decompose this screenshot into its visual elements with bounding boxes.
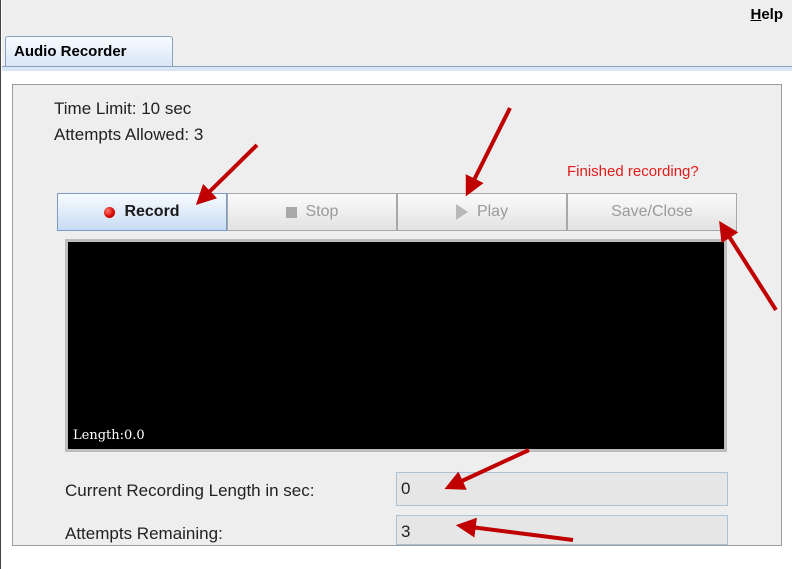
help-menu[interactable]: Help <box>750 6 783 23</box>
help-menu-mnemonic: H <box>750 6 762 23</box>
play-icon <box>455 204 468 220</box>
waveform-length-label: Length:0.0 <box>73 428 145 443</box>
current-length-label: Current Recording Length in sec: <box>65 481 315 500</box>
attempts-allowed-label: Attempts Allowed: 3 <box>54 125 204 144</box>
save-close-button-label: Save/Close <box>611 203 693 220</box>
save-close-button[interactable]: Save/Close <box>567 193 737 231</box>
current-length-field: 0 <box>396 472 728 506</box>
play-button[interactable]: Play <box>397 193 567 231</box>
record-icon <box>104 206 116 218</box>
stop-button[interactable]: Stop <box>227 193 397 231</box>
help-menu-label: elp <box>761 6 783 23</box>
audio-recorder-window: Help Audio Recorder Time Limit: 10 sec A… <box>0 0 792 569</box>
attempts-remaining-label: Attempts Remaining: <box>65 524 223 543</box>
bottom-margin <box>2 546 792 569</box>
finished-recording-prompt: Finished recording? <box>567 163 699 180</box>
record-button[interactable]: Record <box>57 193 227 231</box>
play-button-label: Play <box>476 203 509 220</box>
tab-underline <box>2 66 792 71</box>
tab-strip: Audio Recorder <box>2 30 792 66</box>
attempts-remaining-field: 3 <box>396 515 728 545</box>
stop-button-label: Stop <box>305 203 339 220</box>
tab-audio-recorder[interactable]: Audio Recorder <box>5 36 173 66</box>
waveform-display: Length:0.0 <box>65 239 727 452</box>
tab-audio-recorder-label: Audio Recorder <box>14 43 127 60</box>
stop-icon <box>285 206 297 218</box>
menu-bar: Help <box>2 0 792 31</box>
time-limit-label: Time Limit: 10 sec <box>54 99 192 118</box>
record-button-label: Record <box>124 203 180 220</box>
